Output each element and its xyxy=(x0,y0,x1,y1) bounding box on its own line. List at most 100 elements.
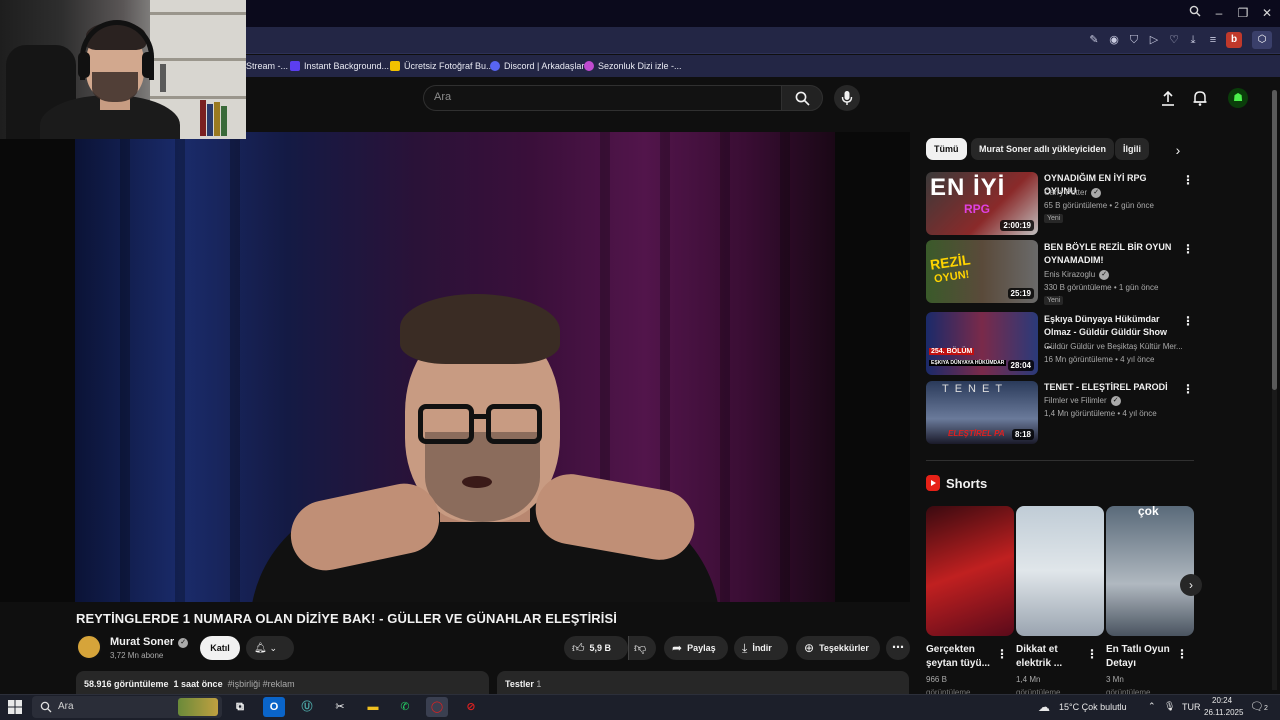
restore-icon[interactable]: ❐ xyxy=(1234,5,1252,21)
bookmark-item[interactable]: Sezonluk Dizi izle -... xyxy=(584,59,682,73)
short-title[interactable]: En Tatlı Oyun Detayı xyxy=(1106,643,1176,671)
search-input[interactable] xyxy=(423,85,782,111)
shield-icon[interactable]: ⛉ xyxy=(1127,33,1141,47)
more-options-icon[interactable]: ⋮ xyxy=(1182,172,1194,188)
close-icon[interactable]: ✕ xyxy=(1258,5,1276,21)
more-options-icon[interactable]: ⋮ xyxy=(1182,381,1194,397)
shorts-heading: Shorts xyxy=(926,475,987,491)
extension-icon[interactable]: ⬡ xyxy=(1252,31,1272,49)
more-options-icon[interactable]: ⋮ xyxy=(1176,647,1188,661)
short-thumbnail[interactable]: çok xyxy=(1106,506,1194,636)
language-indicator[interactable]: TUR xyxy=(1182,702,1201,712)
notifications-bell-icon[interactable] xyxy=(1191,89,1209,107)
video-thumbnail[interactable]: TENET ELEŞTİREL PA 8:18 xyxy=(926,381,1038,444)
channel-name[interactable]: Güldür Güldür ve Beşiktaş Kültür Mer... xyxy=(1044,342,1194,351)
thumbs-down-icon: 👎︎ xyxy=(634,641,647,655)
heart-icon[interactable]: ♡ xyxy=(1167,33,1181,47)
opera-gx-icon[interactable]: ◯ xyxy=(426,697,448,717)
bookmark-item[interactable]: Discord | Arkadaşlar xyxy=(490,59,584,73)
short-title[interactable]: Gerçekten şeytan tüyü... xyxy=(926,643,996,671)
short-views: 966 B xyxy=(926,675,947,684)
thanks-button[interactable]: ⊕ Teşekkürler xyxy=(796,636,880,660)
bookmark-item[interactable]: Instant Background... xyxy=(290,59,389,73)
download-icon: ⤓ xyxy=(742,641,748,655)
video-duration: 2:00:19 xyxy=(1000,220,1034,231)
video-duration: 8:18 xyxy=(1011,429,1034,440)
task-view-icon[interactable]: ⧉ xyxy=(229,697,251,717)
like-button[interactable]: 👍︎ 5,9 B xyxy=(564,636,628,660)
edit-icon[interactable]: ✎ xyxy=(1087,33,1101,47)
bell-icon: 🔔︎ xyxy=(254,643,267,654)
file-explorer-icon[interactable]: ▬ xyxy=(362,697,384,717)
app-icon[interactable]: Ⓤ xyxy=(296,697,318,717)
chip-related[interactable]: İlgili xyxy=(1115,138,1149,160)
video-duration: 28:04 xyxy=(1007,360,1034,371)
bookmark-item[interactable]: Stream -... xyxy=(246,59,288,73)
upload-icon[interactable] xyxy=(1159,89,1177,107)
chevron-right-icon[interactable]: › xyxy=(1180,574,1202,596)
description-box[interactable]: 58.916 görüntüleme 1 saat önce #işbirliğ… xyxy=(76,671,489,695)
more-actions-button[interactable]: ⋯ xyxy=(886,636,910,660)
channel-name[interactable]: Enis Kirazoglu ✓ xyxy=(1044,270,1194,280)
more-options-icon[interactable]: ⋮ xyxy=(1086,647,1098,661)
account-avatar[interactable]: ☗ xyxy=(1228,88,1248,108)
weather-status[interactable]: 15°C Çok bulutlu xyxy=(1059,702,1127,712)
video-meta: 330 B görüntüleme • 1 gün önce xyxy=(1044,283,1159,292)
share-button[interactable]: ➦ Paylaş xyxy=(664,636,728,660)
browser-search-icon[interactable] xyxy=(1186,5,1204,21)
search-button[interactable] xyxy=(781,85,823,111)
channel-name[interactable]: Carry Potter ✓ xyxy=(1044,188,1194,198)
outlook-icon[interactable]: O xyxy=(263,697,285,717)
bookmark-item[interactable]: Ücretsiz Fotoğraf Bu... xyxy=(390,59,494,73)
profile-avatar[interactable]: b xyxy=(1226,32,1242,48)
divider xyxy=(926,460,1194,461)
chevron-up-icon[interactable]: ⌃ xyxy=(1148,701,1156,712)
subscription-bell-button[interactable]: 🔔︎ ⌄ xyxy=(246,636,294,660)
voice-search-button[interactable] xyxy=(834,85,860,111)
play-icon[interactable]: ▷ xyxy=(1147,33,1161,47)
windows-start-icon[interactable] xyxy=(8,700,22,714)
short-thumbnail[interactable] xyxy=(1016,506,1104,636)
download-button[interactable]: ⤓ İndir xyxy=(734,636,788,660)
whatsapp-icon[interactable]: ✆ xyxy=(394,697,416,717)
microphone-icon[interactable]: 🎙︎ xyxy=(1164,701,1175,712)
channel-name[interactable]: Murat Soner ✓ xyxy=(110,636,189,648)
video-thumbnail[interactable]: REZİL OYUN! 25:19 xyxy=(926,240,1038,303)
chip-all[interactable]: Tümü xyxy=(926,138,967,160)
opera-gx-icon[interactable]: ⊘ xyxy=(460,697,482,717)
more-options-icon[interactable]: ⋮ xyxy=(996,647,1008,661)
capcut-icon[interactable]: ✂ xyxy=(329,697,351,717)
thumbs-up-icon: 👍︎ xyxy=(572,641,585,655)
video-title-link[interactable]: BEN BÖYLE REZİL BİR OYUN OYNAMADIM! xyxy=(1044,241,1174,267)
chip-from-uploader[interactable]: Murat Soner adlı yükleyiciden xyxy=(971,138,1115,160)
short-title[interactable]: Dikkat et elektrik ... xyxy=(1016,643,1086,671)
video-thumbnail[interactable]: EN İYİ RPG 2:00:19 xyxy=(926,172,1038,235)
short-thumbnail[interactable] xyxy=(926,506,1014,636)
short-views: 3 Mn xyxy=(1106,675,1124,684)
clock-date[interactable]: 26.11.2025 xyxy=(1204,708,1243,717)
search-placeholder: Ara xyxy=(434,91,452,103)
video-thumbnail[interactable]: 254. BÖLÜM EŞKIYA DÜNYAYA HÜKÜMDAR 28:04 xyxy=(926,312,1038,375)
channel-name[interactable]: Filmler ve Filimler ✓ xyxy=(1044,396,1194,406)
channel-avatar[interactable] xyxy=(76,634,102,660)
microphone-icon xyxy=(841,91,853,105)
menu-icon[interactable]: ≡ xyxy=(1206,33,1220,47)
more-options-icon[interactable]: ⋮ xyxy=(1182,241,1194,257)
video-title-link[interactable]: TENET - ELEŞTİREL PARODİ xyxy=(1044,381,1174,394)
new-badge: Yeni xyxy=(1044,214,1064,223)
minimize-icon[interactable]: – xyxy=(1210,5,1228,21)
join-button[interactable]: Katıl xyxy=(200,636,240,660)
download-icon[interactable]: ⤓ xyxy=(1186,33,1200,47)
video-player[interactable] xyxy=(0,132,910,602)
clock-time[interactable]: 20:24 xyxy=(1212,696,1232,705)
chevron-right-icon[interactable]: › xyxy=(1168,140,1188,160)
weather-icon: ☁ xyxy=(1038,700,1050,714)
more-options-icon[interactable]: ⋮ xyxy=(1182,313,1194,329)
notifications-icon[interactable]: 🗨︎2 xyxy=(1250,700,1268,713)
camera-icon[interactable]: ◉ xyxy=(1107,33,1121,47)
tests-panel[interactable]: Testler 1 xyxy=(497,671,909,695)
verified-check-icon: ✓ xyxy=(178,638,189,648)
video-meta: 65 B görüntüleme • 2 gün önce xyxy=(1044,201,1154,210)
scrollbar-thumb[interactable] xyxy=(1272,90,1277,390)
dislike-button[interactable]: 👎︎ xyxy=(628,636,656,660)
